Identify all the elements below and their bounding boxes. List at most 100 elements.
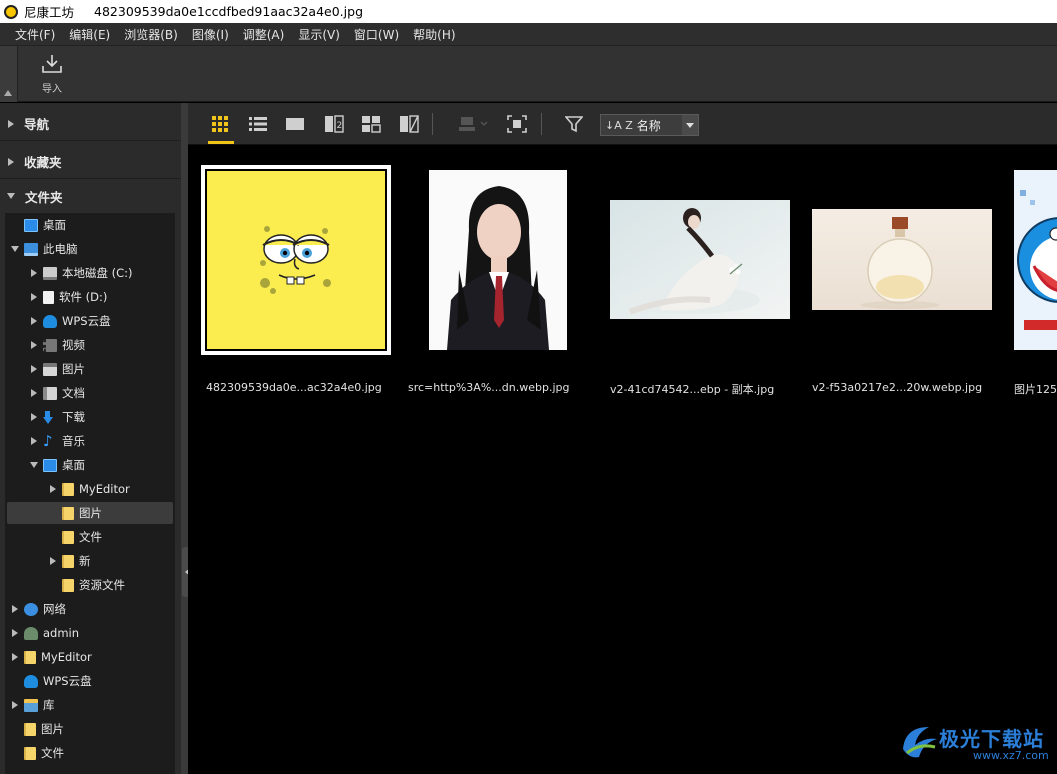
file-icon xyxy=(43,290,54,304)
menu-browser[interactable]: 浏览器(B) xyxy=(117,26,185,43)
tree-item[interactable]: MyEditor xyxy=(7,478,173,500)
thumbnail-item[interactable] xyxy=(1014,170,1057,350)
collapsed-chevron-icon[interactable] xyxy=(10,604,20,614)
woman-sitting-thumbnail xyxy=(610,200,790,319)
compare-four-button[interactable] xyxy=(360,113,382,135)
tree-item-label: admin xyxy=(43,626,80,640)
thumbnail-item[interactable] xyxy=(201,165,391,355)
tree-item[interactable]: 桌面 xyxy=(7,214,173,236)
watermark-logo-icon xyxy=(903,727,937,758)
thumbnail-item[interactable] xyxy=(610,200,790,319)
collapsed-chevron-icon[interactable] xyxy=(29,340,39,350)
menu-adjust[interactable]: 调整(A) xyxy=(236,26,292,43)
tree-item[interactable]: 资源文件 xyxy=(7,574,173,596)
panel-navigation[interactable]: 导航 xyxy=(0,107,181,141)
thumbnail-caption: v2-41cd74542...ebp - 副本.jpg xyxy=(610,383,775,396)
spongebob-thumbnail xyxy=(207,171,385,349)
tree-item[interactable]: 下载 xyxy=(7,406,173,428)
doraemon-thumbnail xyxy=(1014,170,1057,350)
filter-button[interactable] xyxy=(563,113,585,135)
toolbar-collapse-button[interactable] xyxy=(0,46,18,102)
tree-item[interactable]: 音乐 xyxy=(7,430,173,452)
grid-view-button[interactable] xyxy=(209,113,231,135)
collapsed-chevron-icon[interactable] xyxy=(48,484,58,494)
collapsed-chevron-icon[interactable] xyxy=(29,388,39,398)
tree-item[interactable]: 网络 xyxy=(7,598,173,620)
before-after-button[interactable] xyxy=(398,113,420,135)
menu-file[interactable]: 文件(F) xyxy=(8,26,62,43)
menu-help[interactable]: 帮助(H) xyxy=(406,26,462,43)
tree-item[interactable]: MyEditor xyxy=(7,646,173,668)
collapsed-chevron-icon[interactable] xyxy=(29,292,39,302)
collapsed-chevron-icon[interactable] xyxy=(10,628,20,638)
menu-window[interactable]: 窗口(W) xyxy=(347,26,406,43)
folder-icon xyxy=(24,746,36,760)
tree-item[interactable]: 新 xyxy=(7,550,173,572)
single-view-icon xyxy=(286,118,304,130)
collapsed-chevron-icon[interactable] xyxy=(29,412,39,422)
collapsed-chevron-icon[interactable] xyxy=(29,268,39,278)
compare-two-button[interactable]: 2 xyxy=(323,113,345,135)
tree-item[interactable]: 文件 xyxy=(7,742,173,764)
perfume-bottle-thumbnail xyxy=(812,209,992,310)
collapsed-chevron-icon[interactable] xyxy=(10,700,20,710)
folder-icon xyxy=(62,578,74,592)
folder-tree[interactable]: 桌面此电脑本地磁盘 (C:)软件 (D:)WPS云盘视频图片文档下载音乐桌面My… xyxy=(5,213,175,774)
tree-item[interactable]: 文档 xyxy=(7,382,173,404)
tree-item-label: 软件 (D:) xyxy=(59,290,108,304)
desktop-icon xyxy=(24,218,38,232)
folder-icon xyxy=(24,722,36,736)
tree-item[interactable]: WPS云盘 xyxy=(7,310,173,332)
fit-screen-icon xyxy=(507,115,527,133)
collapse-up-icon xyxy=(4,90,12,96)
tree-item[interactable]: 图片 xyxy=(7,358,173,380)
menu-view[interactable]: 显示(V) xyxy=(291,26,347,43)
tree-item-label: 本地磁盘 (C:) xyxy=(62,266,133,280)
fit-screen-button[interactable] xyxy=(506,113,528,135)
thumbnail-size-button[interactable] xyxy=(456,113,492,135)
import-button[interactable]: 导入 xyxy=(32,52,72,98)
thumbnail-item[interactable] xyxy=(812,209,992,310)
tree-item[interactable]: 此电脑 xyxy=(7,238,173,260)
tree-item[interactable]: 文件 xyxy=(7,526,173,548)
video-icon xyxy=(43,338,57,352)
import-icon xyxy=(42,55,62,73)
panel-splitter[interactable] xyxy=(181,103,188,774)
tree-item-label: 图片 xyxy=(79,506,102,520)
panel-navigation-label: 导航 xyxy=(24,117,50,132)
menu-edit[interactable]: 编辑(E) xyxy=(62,26,117,43)
expand-down-icon xyxy=(7,193,15,199)
tree-item[interactable]: 图片 xyxy=(7,502,173,524)
tree-item[interactable]: 图片 xyxy=(7,718,173,740)
import-label: 导入 xyxy=(42,84,62,95)
sort-dropdown[interactable]: ↓A Z 名称 xyxy=(600,114,699,136)
panel-folders[interactable]: 文件夹 xyxy=(0,179,181,213)
expanded-chevron-icon[interactable] xyxy=(29,460,39,470)
tree-item[interactable]: 库 xyxy=(7,694,173,716)
collapsed-chevron-icon[interactable] xyxy=(29,436,39,446)
tree-item[interactable]: 视频 xyxy=(7,334,173,356)
tree-item[interactable]: admin xyxy=(7,622,173,644)
tree-item[interactable]: 桌面 xyxy=(7,454,173,476)
network-icon xyxy=(24,602,38,616)
collapsed-chevron-icon[interactable] xyxy=(29,364,39,374)
collapsed-chevron-icon[interactable] xyxy=(29,316,39,326)
tree-item[interactable]: 本地磁盘 (C:) xyxy=(7,262,173,284)
panel-favorites[interactable]: 收藏夹 xyxy=(0,145,181,179)
collapsed-chevron-icon[interactable] xyxy=(10,652,20,662)
documents-icon xyxy=(43,386,57,400)
list-view-button[interactable] xyxy=(247,113,269,135)
expanded-chevron-icon[interactable] xyxy=(10,244,20,254)
list-view-icon xyxy=(249,117,267,131)
menu-image[interactable]: 图像(I) xyxy=(185,26,236,43)
thumbnail-item[interactable] xyxy=(429,170,567,350)
single-view-button[interactable] xyxy=(284,113,306,135)
expand-right-icon xyxy=(8,157,14,166)
download-icon xyxy=(43,410,57,424)
collapsed-chevron-icon[interactable] xyxy=(48,556,58,566)
tree-item[interactable]: 软件 (D:) xyxy=(7,286,173,308)
tree-item[interactable]: WPS云盘 xyxy=(7,670,173,692)
